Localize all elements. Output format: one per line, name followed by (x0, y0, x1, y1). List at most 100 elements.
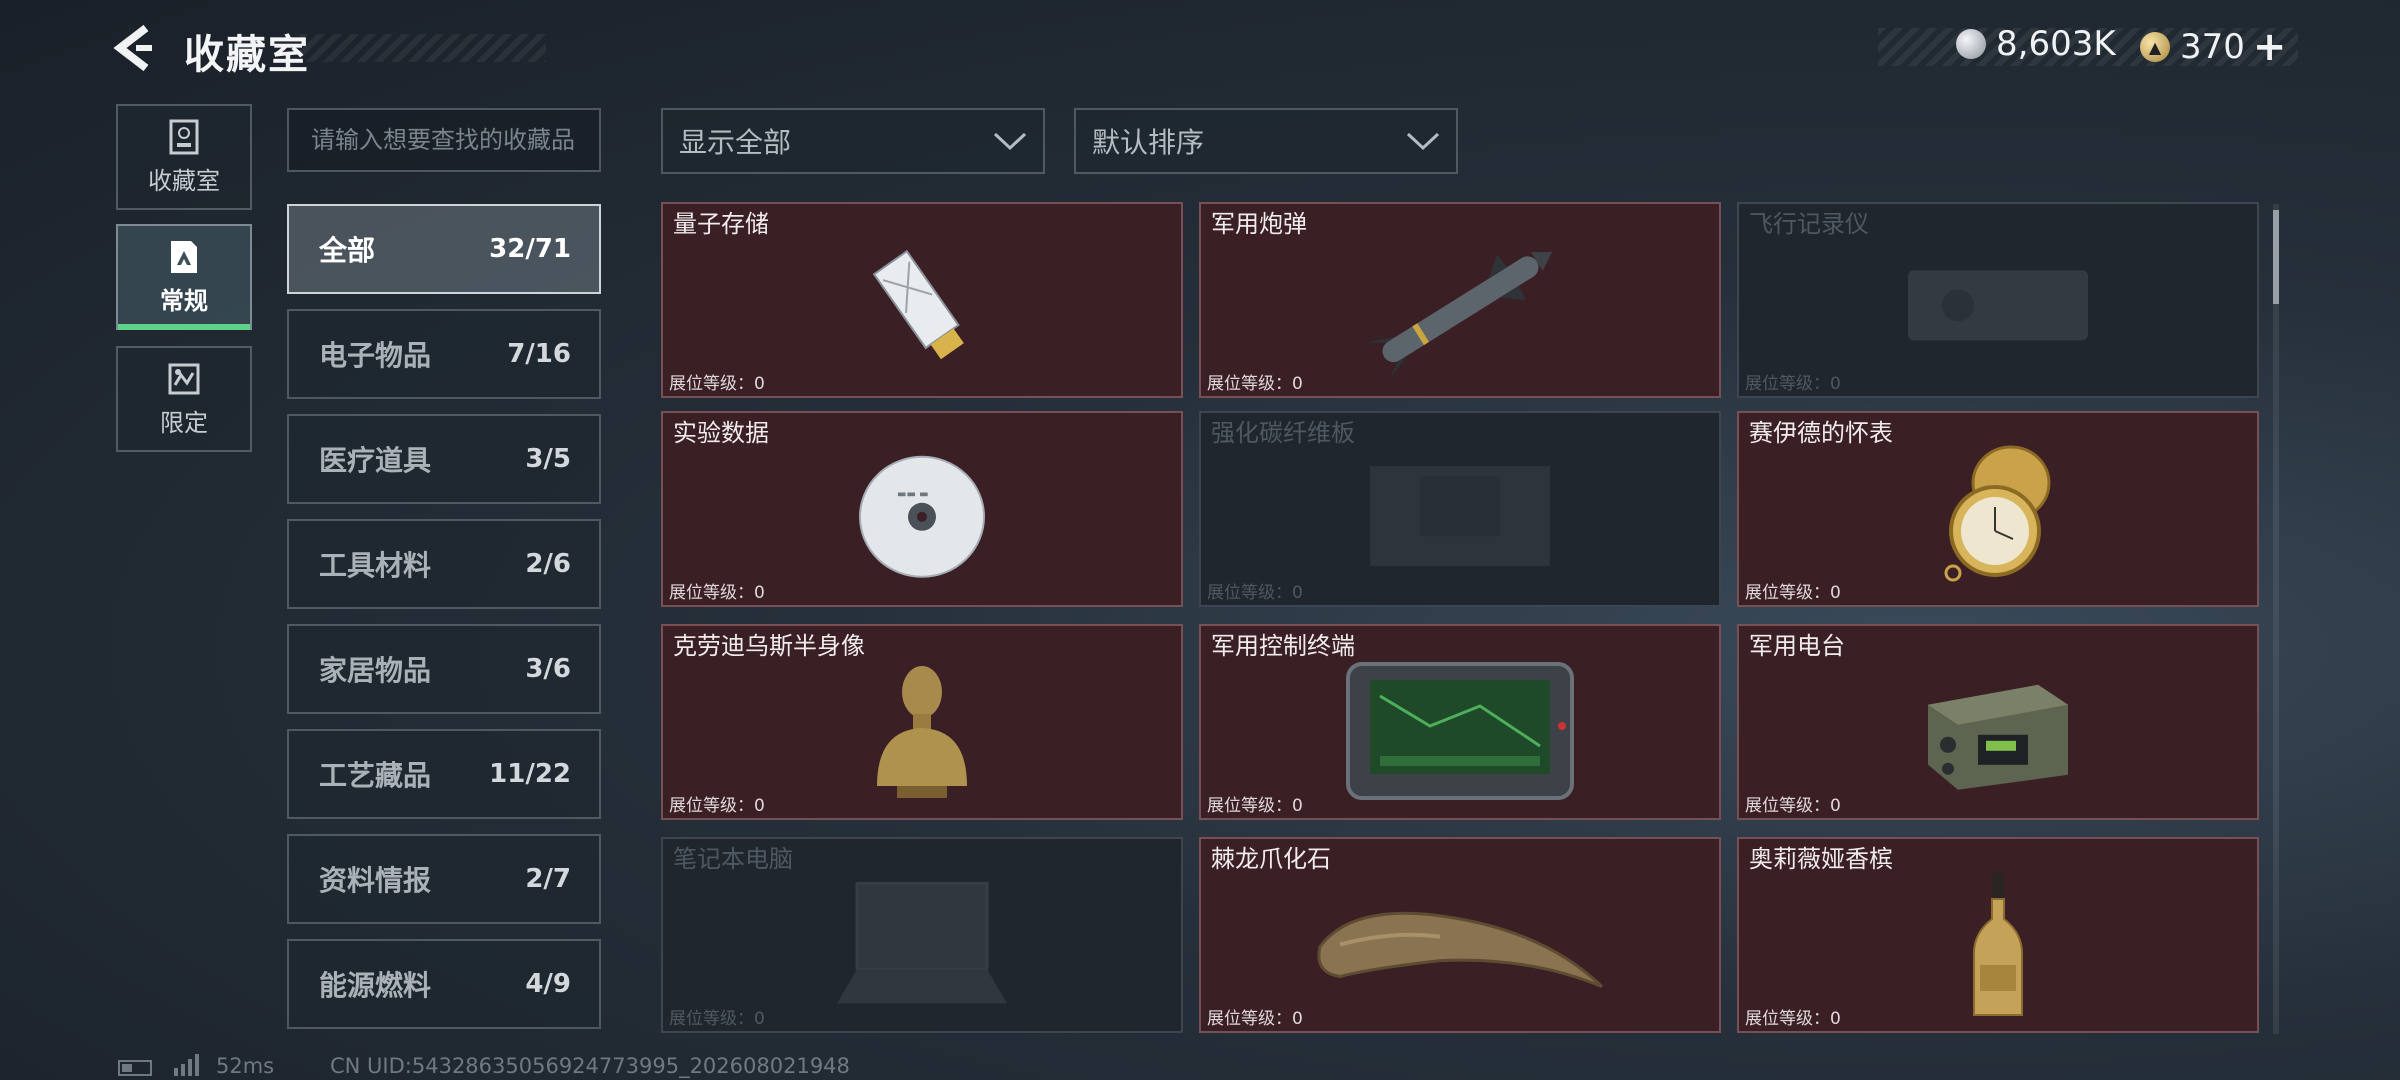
category-name: 全部 (319, 234, 376, 267)
booth-level: 展位等级：0 (1745, 796, 1841, 816)
item-card[interactable]: 赛伊德的怀表 展位等级：0 (1737, 411, 2259, 607)
item-card[interactable]: 军用控制终端 展位等级：0 (1199, 624, 1721, 820)
category-name: 电子物品 (319, 339, 432, 372)
booth-level: 展位等级：0 (1745, 1009, 1841, 1029)
carbon-plate-icon (1370, 466, 1550, 567)
category-all[interactable]: 全部 32/71 (287, 204, 601, 294)
image-frame-icon (171, 240, 197, 273)
item-name: 克劳迪乌斯半身像 (673, 632, 865, 660)
item-name: 实验数据 (673, 419, 769, 447)
category-name: 工具材料 (319, 549, 432, 582)
booth-level: 展位等级：0 (1745, 374, 1841, 394)
title-decoration (300, 34, 546, 62)
nav-limited[interactable]: 限定 (116, 346, 252, 452)
item-name: 飞行记录仪 (1749, 210, 1869, 238)
item-card[interactable]: 量子存储 展位等级：0 (661, 202, 1183, 398)
chevron-down-icon (993, 132, 1027, 151)
item-card[interactable]: 笔记本电脑 展位等级：0 (661, 837, 1183, 1033)
gold-coin-icon: ▲ (2140, 32, 2170, 62)
booth-level: 展位等级：0 (669, 374, 765, 394)
nav-label: 限定 (160, 408, 208, 437)
item-name: 军用电台 (1749, 632, 1845, 660)
category-medical[interactable]: 医疗道具 3/5 (287, 414, 601, 504)
category-count: 2/7 (525, 864, 571, 894)
item-card[interactable]: 棘龙爪化石 展位等级：0 (1199, 837, 1721, 1033)
champagne-icon (1973, 873, 2023, 1016)
item-card[interactable]: 强化碳纤维板 展位等级：0 (1199, 411, 1721, 607)
category-intel[interactable]: 资料情报 2/7 (287, 834, 601, 924)
pocket-watch-icon (1944, 445, 2051, 582)
nav-collection-room[interactable]: 收藏室 (116, 104, 252, 210)
radio-icon (1928, 684, 2068, 790)
user-uid: CN UID:54328635056924773995_202608021948 (330, 1054, 850, 1078)
category-name: 资料情报 (319, 864, 432, 897)
item-name: 军用控制终端 (1211, 632, 1355, 660)
silver-currency: 8,603K (1956, 24, 2116, 64)
item-name: 棘龙爪化石 (1211, 845, 1331, 873)
disc-icon: ▬▬ ▬ (859, 455, 985, 578)
category-name: 工艺藏品 (319, 759, 432, 792)
item-name: 强化碳纤维板 (1211, 419, 1355, 447)
dropdown-value: 默认排序 (1092, 126, 1205, 159)
item-name: 奥莉薇娅香槟 (1749, 845, 1893, 873)
category-household[interactable]: 家居物品 3/6 (287, 624, 601, 714)
signal-icon (174, 1054, 199, 1076)
archive-icon (169, 119, 199, 154)
category-energy[interactable]: 能源燃料 4/9 (287, 939, 601, 1029)
category-electronics[interactable]: 电子物品 7/16 (287, 309, 601, 399)
booth-level: 展位等级：0 (1207, 583, 1303, 603)
item-name: 笔记本电脑 (673, 845, 793, 873)
dropdown-value: 显示全部 (679, 126, 792, 159)
page-title: 收藏室 (184, 32, 310, 78)
booth-level: 展位等级：0 (1745, 583, 1841, 603)
category-name: 家居物品 (319, 654, 432, 687)
category-count: 2/6 (525, 549, 571, 579)
gold-amount: 370 (2180, 27, 2245, 67)
usb-drive-icon (872, 249, 964, 360)
search-input[interactable] (287, 108, 601, 172)
item-name: 量子存储 (673, 210, 769, 238)
item-name: 军用炮弹 (1211, 210, 1307, 238)
category-count: 3/5 (525, 444, 571, 474)
laptop-icon (837, 881, 1007, 1004)
category-tools[interactable]: 工具材料 2/6 (287, 519, 601, 609)
booth-level: 展位等级：0 (1207, 1009, 1303, 1029)
item-card[interactable]: 军用炮弹 展位等级：0 (1199, 202, 1721, 398)
flight-recorder-icon (1908, 270, 2088, 341)
silver-amount: 8,603K (1996, 24, 2116, 64)
category-count: 7/16 (507, 339, 571, 369)
bust-icon (877, 666, 967, 798)
sort-dropdown[interactable]: 默认排序 (1074, 108, 1458, 174)
item-card[interactable]: 实验数据 ▬▬ ▬ 展位等级：0 (661, 411, 1183, 607)
gold-currency[interactable]: ▲ 370 + (2140, 24, 2286, 70)
item-card[interactable]: 奥莉薇娅香槟 展位等级：0 (1737, 837, 2259, 1033)
booth-level: 展位等级：0 (1207, 374, 1303, 394)
silver-coin-icon (1956, 29, 1986, 59)
ping-readout: 52ms (216, 1054, 275, 1078)
back-arrow-icon[interactable] (112, 22, 158, 74)
item-name: 赛伊德的怀表 (1749, 419, 1893, 447)
battery-icon (118, 1060, 152, 1076)
nav-regular[interactable]: 常规 (116, 224, 252, 330)
booth-level: 展位等级：0 (669, 583, 765, 603)
nav-label: 常规 (160, 286, 208, 315)
category-count: 11/22 (489, 759, 571, 789)
item-card[interactable]: 军用电台 展位等级：0 (1737, 624, 2259, 820)
category-crafts[interactable]: 工艺藏品 11/22 (287, 729, 601, 819)
grid-scrollbar[interactable] (2273, 204, 2279, 1034)
control-terminal-icon (1346, 662, 1574, 800)
booth-level: 展位等级：0 (669, 796, 765, 816)
display-filter-dropdown[interactable]: 显示全部 (661, 108, 1045, 174)
svg-text:▬▬ ▬: ▬▬ ▬ (897, 489, 929, 500)
booth-level: 展位等级：0 (1207, 796, 1303, 816)
category-count: 32/71 (489, 234, 571, 264)
category-count: 3/6 (525, 654, 571, 684)
category-name: 能源燃料 (319, 969, 432, 1002)
category-count: 4/9 (525, 969, 571, 999)
booth-level: 展位等级：0 (669, 1009, 765, 1029)
add-currency-button[interactable]: + (2253, 24, 2287, 70)
item-card[interactable]: 克劳迪乌斯半身像 展位等级：0 (661, 624, 1183, 820)
scrollbar-thumb[interactable] (2273, 210, 2279, 304)
nav-label: 收藏室 (148, 166, 220, 195)
item-card[interactable]: 飞行记录仪 展位等级：0 (1737, 202, 2259, 398)
